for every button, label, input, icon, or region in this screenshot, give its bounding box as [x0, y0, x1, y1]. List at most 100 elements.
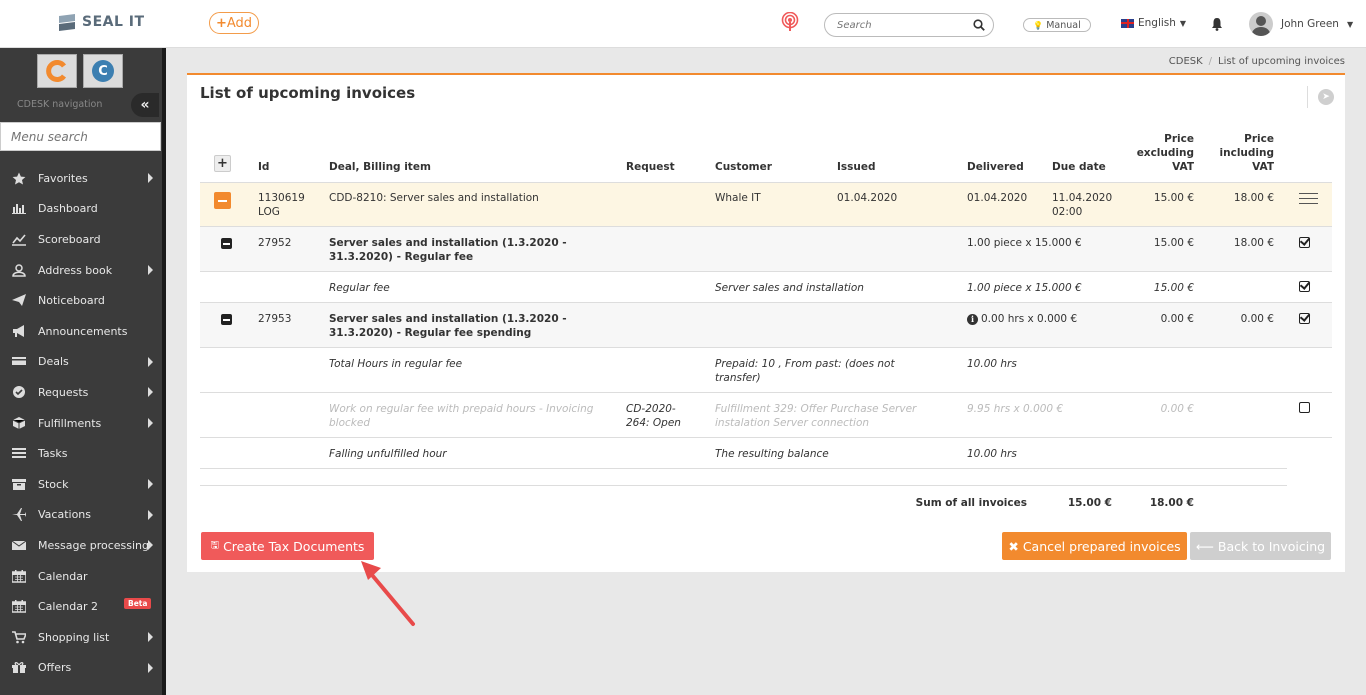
- billing-item-row[interactable]: 27953 Server sales and installation (1.3…: [200, 303, 1332, 348]
- col-header-issued[interactable]: Issued: [837, 160, 876, 174]
- sidebar-item-fulfillments[interactable]: Fulfillments: [0, 408, 162, 439]
- app-icon-cdesk-blue[interactable]: C: [83, 54, 123, 88]
- c-logo-icon: [46, 60, 67, 82]
- col-header-price-ex[interactable]: Price excluding VAT: [1118, 132, 1194, 174]
- item-checkbox[interactable]: [1299, 313, 1310, 324]
- sidebar-item-label: Shopping list: [38, 630, 110, 644]
- sidebar-item-label: Calendar 2: [38, 600, 98, 614]
- bell-icon[interactable]: [1211, 17, 1223, 31]
- col-header-customer[interactable]: Customer: [715, 160, 772, 174]
- sub-item-customer: The resulting balance: [715, 448, 829, 460]
- sidebar-item-requests[interactable]: Requests: [0, 377, 162, 408]
- item-deal: Server sales and installation (1.3.2020 …: [329, 313, 567, 339]
- beta-badge: Beta: [124, 598, 152, 610]
- seal-logo-icon: [59, 14, 75, 31]
- sub-item-price-ex: 0.00 €: [1160, 403, 1194, 415]
- search-input[interactable]: [837, 19, 963, 31]
- plane-icon: [12, 508, 26, 522]
- billing-item-row[interactable]: 27952 Server sales and installation (1.3…: [200, 227, 1332, 272]
- sidebar-item-dashboard[interactable]: Dashboard: [0, 194, 162, 225]
- sidebar-item-label: Message processing: [38, 538, 149, 552]
- invoice-deal[interactable]: CDD-8210: Server sales and installation: [329, 191, 539, 205]
- sub-item-label: Work on regular fee with prepaid hours -…: [329, 403, 594, 429]
- menu-search-input[interactable]: [0, 122, 161, 151]
- sidebar-item-shopping-list[interactable]: Shopping list: [0, 622, 162, 653]
- create-tax-documents-button[interactable]: 🖫 Create Tax Documents: [201, 532, 374, 560]
- invoice-row[interactable]: 1130619 LOG CDD-8210: Server sales and in…: [200, 182, 1332, 227]
- sidebar-item-label: Tasks: [38, 447, 68, 461]
- sub-item-quantity: 10.00 hrs: [967, 358, 1017, 370]
- app-switcher: C: [37, 54, 123, 88]
- logo[interactable]: SEAL IT: [58, 13, 145, 31]
- sub-item-label: Total Hours in regular fee: [329, 358, 463, 370]
- col-header-request[interactable]: Request: [626, 160, 675, 174]
- language-selector[interactable]: English ▼: [1121, 17, 1186, 29]
- save-icon: 🖫: [210, 539, 220, 551]
- col-header-delivered[interactable]: Delivered: [967, 160, 1024, 174]
- item-id: 27953: [258, 313, 292, 325]
- caret-right-icon: [148, 387, 153, 398]
- sidebar-item-stock[interactable]: Stock: [0, 469, 162, 500]
- sidebar-item-vacations[interactable]: Vacations: [0, 500, 162, 531]
- sidebar-item-label: Requests: [38, 385, 89, 399]
- sidebar-item-announcements[interactable]: Announcements: [0, 316, 162, 347]
- row-menu-icon[interactable]: [1299, 193, 1318, 204]
- manual-button[interactable]: 💡 Manual: [1023, 18, 1091, 32]
- sidebar-item-address-book[interactable]: Address book: [0, 255, 162, 286]
- expand-all-button[interactable]: +: [214, 155, 231, 172]
- sidebar-item-label: Stock: [38, 477, 69, 491]
- top-bar: SEAL IT +Add 💡Manual English ▼ John Gree…: [0, 0, 1366, 48]
- sub-item-label: Falling unfulfilled hour: [329, 448, 447, 460]
- gift-icon: [12, 662, 26, 674]
- sidebar-item-offers[interactable]: Offers: [0, 653, 162, 684]
- sidebar-item-deals[interactable]: Deals: [0, 347, 162, 378]
- calendar-icon: [12, 569, 26, 583]
- collapse-item-button[interactable]: [218, 311, 235, 328]
- sub-item-price-ex: 15.00 €: [1153, 282, 1194, 294]
- sub-item-checkbox[interactable]: [1299, 402, 1310, 413]
- collapse-sidebar-button[interactable]: «: [131, 93, 159, 117]
- sidebar-item-label: Offers: [38, 661, 72, 675]
- user-menu[interactable]: John Green ▼: [1249, 12, 1353, 36]
- sidebar-item-favorites[interactable]: Favorites: [0, 163, 162, 194]
- sidebar-item-tasks[interactable]: Tasks: [0, 438, 162, 469]
- add-button[interactable]: + Add: [209, 12, 259, 34]
- col-header-deal[interactable]: Deal, Billing item: [329, 160, 431, 174]
- sidebar-item-message-processing[interactable]: Message processing: [0, 530, 162, 561]
- item-checkbox[interactable]: [1299, 237, 1310, 248]
- search-box[interactable]: [824, 13, 994, 37]
- app-icon-cdesk-orange[interactable]: [37, 54, 77, 88]
- col-header-price-in[interactable]: Price including VAT: [1198, 132, 1274, 174]
- col-header-id[interactable]: Id: [258, 160, 269, 174]
- search-icon[interactable]: [973, 19, 985, 31]
- cancel-prepared-invoices-button[interactable]: ✖ Cancel prepared invoices: [1002, 532, 1187, 560]
- sum-label: Sum of all invoices: [915, 497, 1027, 509]
- caret-right-icon: [148, 540, 153, 551]
- podcast-icon[interactable]: [781, 12, 799, 32]
- sidebar-item-calendar-2[interactable]: Calendar 2 Beta: [0, 591, 162, 622]
- info-icon[interactable]: i: [967, 313, 978, 325]
- invoice-customer[interactable]: Whale IT: [715, 191, 761, 205]
- invoice-price-ex: 15.00 €: [1153, 192, 1194, 204]
- sub-item-checkbox[interactable]: [1299, 281, 1310, 292]
- invoice-id: 1130619 LOG: [258, 192, 305, 218]
- sidebar-item-noticeboard[interactable]: Noticeboard: [0, 285, 162, 316]
- invoice-price-in: 18.00 €: [1233, 192, 1274, 204]
- breadcrumb-item[interactable]: CDESK: [1169, 56, 1203, 67]
- col-header-due[interactable]: Due date: [1052, 160, 1106, 174]
- collapse-item-button[interactable]: [218, 235, 235, 252]
- sub-item-request[interactable]: CD-2020- 264: Open: [626, 402, 681, 430]
- caret-right-icon: [148, 631, 153, 642]
- sub-item-row: Total Hours in regular fee Prepaid: 10 ,…: [200, 348, 1332, 393]
- compass-icon[interactable]: ➤: [1318, 89, 1334, 105]
- breadcrumb: CDESK / List of upcoming invoices: [1168, 56, 1345, 67]
- caret-right-icon: [148, 478, 153, 489]
- back-to-invoicing-button[interactable]: ⟵ Back to Invoicing: [1190, 532, 1331, 560]
- sidebar-item-scoreboard[interactable]: Scoreboard: [0, 224, 162, 255]
- sidebar-item-calendar[interactable]: Calendar: [0, 561, 162, 592]
- close-icon: ✖: [1008, 538, 1019, 554]
- sub-item-quantity: 1.00 piece x 15.000 €: [967, 282, 1082, 294]
- avatar: [1249, 12, 1273, 36]
- item-price-ex: 0.00 €: [1160, 313, 1194, 325]
- collapse-invoice-button[interactable]: [214, 192, 231, 209]
